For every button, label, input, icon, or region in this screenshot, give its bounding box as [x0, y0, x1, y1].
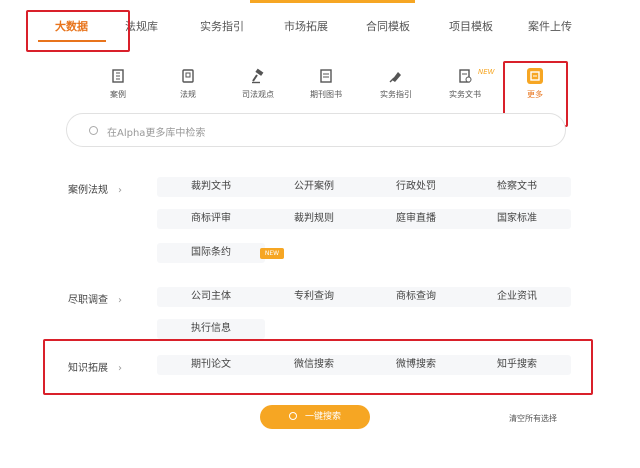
- icon-item-cases[interactable]: 案例: [90, 68, 146, 100]
- tab-practice-guide[interactable]: 实务指引: [200, 18, 244, 34]
- item-national-standards[interactable]: 国家标准: [463, 209, 571, 229]
- category-label-text: 尽职调查: [68, 295, 108, 306]
- new-tag: NEW: [478, 68, 495, 76]
- item-judgment-rules[interactable]: 裁判规则: [260, 209, 368, 229]
- item-trial-live[interactable]: 庭审直播: [362, 209, 470, 229]
- search-icon: [89, 126, 98, 135]
- tab-contract-template[interactable]: 合同模板: [366, 18, 410, 34]
- item-trademark-review[interactable]: 商标评审: [157, 209, 265, 229]
- tab-project-template[interactable]: 项目模板: [449, 18, 493, 34]
- guide-icon: [388, 68, 404, 84]
- icon-label: 案例: [110, 90, 126, 99]
- icon-item-journals-books[interactable]: 期刊图书: [298, 68, 354, 100]
- category-label-text: 知识拓展: [68, 363, 108, 374]
- icon-item-judicial-views[interactable]: 司法观点: [230, 68, 286, 100]
- category-label-knowledge-expansion[interactable]: 知识拓展 ›: [68, 359, 122, 374]
- icon-label: 实务文书: [449, 90, 481, 99]
- category-label-due-diligence[interactable]: 尽职调查 ›: [68, 291, 122, 306]
- chevron-right-icon: ›: [118, 295, 122, 306]
- icon-item-regulations[interactable]: 法规: [160, 68, 216, 100]
- item-public-cases[interactable]: 公开案例: [260, 177, 368, 197]
- search-icon: [288, 412, 297, 420]
- item-wechat-search[interactable]: 微信搜索: [260, 355, 368, 375]
- item-company-entity[interactable]: 公司主体: [157, 287, 265, 307]
- item-enterprise-news[interactable]: 企业资讯: [463, 287, 571, 307]
- chevron-right-icon: ›: [118, 363, 122, 374]
- item-administrative-penalty[interactable]: 行政处罚: [362, 177, 470, 197]
- tab-regulation-library[interactable]: 法规库: [125, 18, 158, 34]
- gavel-icon: [250, 68, 266, 84]
- item-trademark-search[interactable]: 商标查询: [362, 287, 470, 307]
- journal-icon: [318, 68, 334, 84]
- icon-label: 期刊图书: [310, 90, 342, 99]
- tab-big-data[interactable]: 大数据: [55, 18, 88, 34]
- item-journal-papers[interactable]: 期刊论文: [157, 355, 265, 375]
- item-weibo-search[interactable]: 微博搜索: [362, 355, 470, 375]
- top-tab-bar: 大数据 法规库 实务指引 市场拓展 合同模板 项目模板 案件上传: [0, 0, 640, 54]
- search-placeholder: 在Alpha更多库中检索: [107, 128, 206, 139]
- more-icon: [527, 68, 543, 84]
- item-patent-search[interactable]: 专利查询: [260, 287, 368, 307]
- icon-label: 法规: [180, 90, 196, 99]
- new-badge: NEW: [260, 248, 284, 259]
- tab-case-upload[interactable]: 案件上传: [528, 18, 572, 34]
- chevron-right-icon: ›: [118, 185, 122, 196]
- clear-selection-link[interactable]: 清空所有选择: [509, 413, 557, 424]
- building-icon: [110, 68, 126, 84]
- icon-item-more[interactable]: 更多: [507, 68, 563, 100]
- icon-label: 司法观点: [242, 90, 274, 99]
- item-international-treaties[interactable]: 国际条约: [157, 243, 265, 263]
- tab-market-expansion[interactable]: 市场拓展: [284, 18, 328, 34]
- search-all-button[interactable]: 一键搜索: [260, 405, 370, 429]
- item-enforcement-info[interactable]: 执行信息: [157, 319, 265, 339]
- law-book-icon: [180, 68, 196, 84]
- document-icon: [457, 68, 473, 84]
- category-label-cases-regulations[interactable]: 案例法规 ›: [68, 181, 122, 196]
- icon-label: 实务指引: [380, 90, 412, 99]
- item-judgment-documents[interactable]: 裁判文书: [157, 177, 265, 197]
- search-all-label: 一键搜索: [304, 412, 341, 422]
- icon-label: 更多: [527, 90, 543, 99]
- item-procuratorate-documents[interactable]: 检察文书: [463, 177, 571, 197]
- item-zhihu-search[interactable]: 知乎搜索: [463, 355, 571, 375]
- category-label-text: 案例法规: [68, 185, 108, 196]
- icon-item-practice-guide[interactable]: 实务指引: [368, 68, 424, 100]
- active-tab-underline: [38, 40, 106, 42]
- search-input[interactable]: 在Alpha更多库中检索: [66, 113, 566, 147]
